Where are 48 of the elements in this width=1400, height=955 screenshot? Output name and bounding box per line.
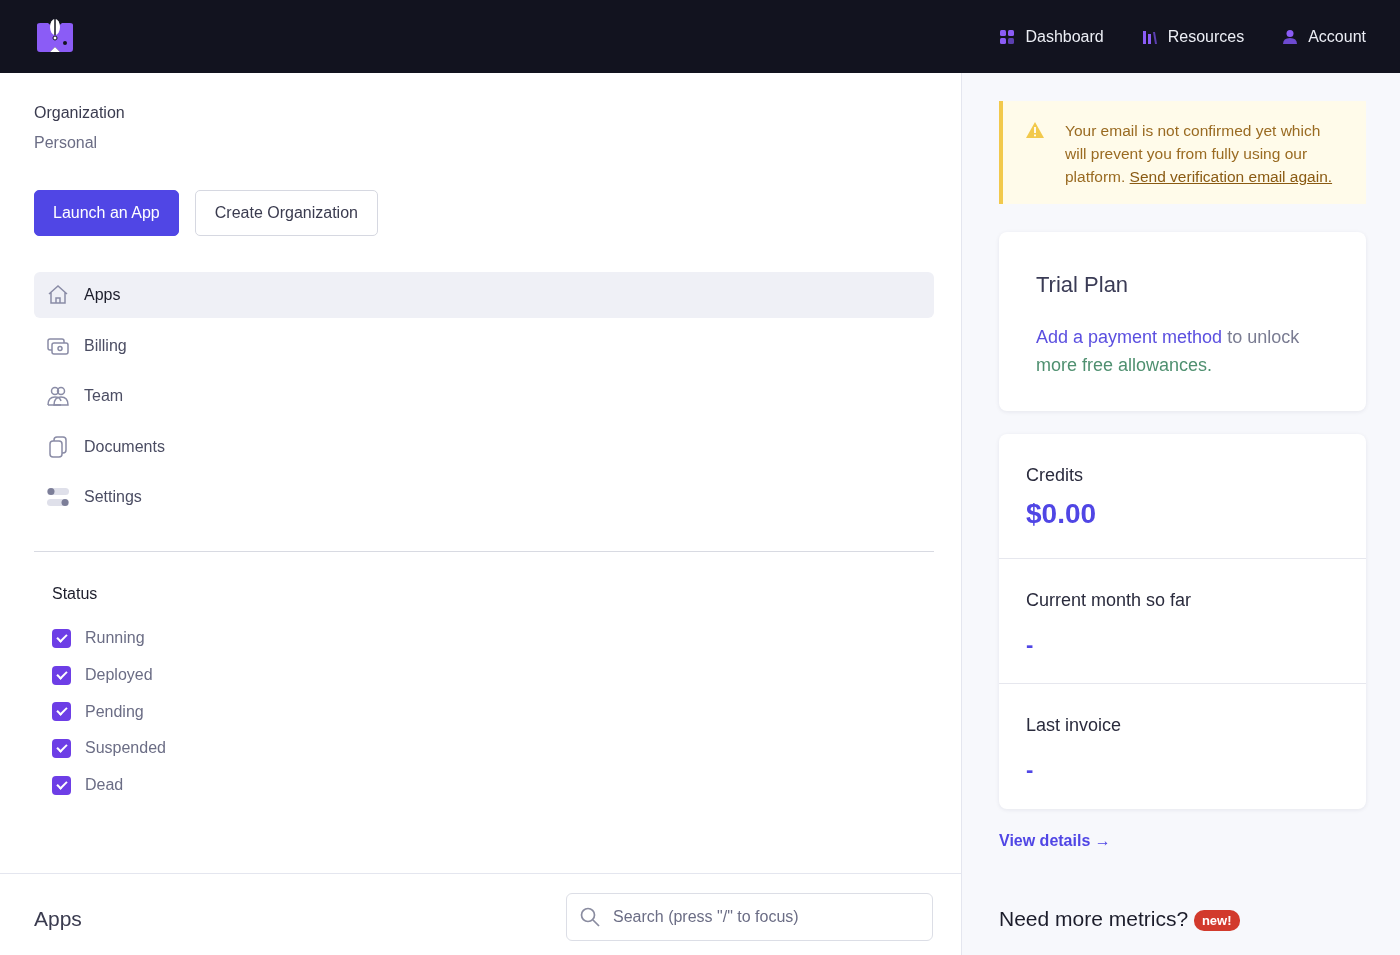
status-filter-option[interactable]: Deployed: [52, 656, 915, 694]
credits-amount: $0.00: [1026, 497, 1098, 531]
create-organization-button[interactable]: Create Organization: [194, 190, 378, 236]
checkbox[interactable]: [52, 628, 71, 648]
home-icon: [46, 283, 70, 307]
nav-link[interactable]: Account: [1282, 24, 1366, 49]
verification-link[interactable]: Send verification email again.: [1129, 168, 1333, 185]
status-filter-option[interactable]: Pending: [52, 693, 915, 731]
checkbox[interactable]: [52, 702, 71, 722]
payment-method-link[interactable]: Add a payment method: [1036, 327, 1223, 347]
warning-icon: [1025, 121, 1045, 139]
organization-name: Personal: [34, 133, 99, 153]
warning-message: Your email is not confirmed yet which will prevent you from fully using our platform. Send verification email again.: [1065, 121, 1334, 187]
search-field[interactable]: Search (press "/" to focus): [566, 893, 933, 941]
status-filter-option[interactable]: Suspended: [52, 730, 915, 767]
sidebar-item[interactable]: Settings: [34, 474, 934, 520]
organization-label: Organization: [34, 103, 126, 123]
plan-message: Add a payment method to unlock more free allowances.: [1036, 326, 1301, 377]
billing-label: Credits: [1026, 464, 1084, 487]
sidebar-item[interactable]: Documents: [34, 423, 934, 470]
status-filter-option[interactable]: Running: [52, 620, 915, 657]
billing-label: Last invoice: [1026, 714, 1123, 737]
view-details-link[interactable]: View details →: [999, 829, 1111, 853]
status-filter-option[interactable]: Dead: [52, 766, 915, 804]
grid-icon: [999, 28, 1016, 45]
billing-label: Current month so far: [1026, 589, 1193, 612]
sidebar-item[interactable]: Team: [34, 373, 934, 419]
books-icon: [1141, 28, 1158, 45]
nav-link[interactable]: Dashboard: [999, 24, 1104, 49]
billing-value: -: [1026, 756, 1035, 784]
sidebar-item[interactable]: Billing: [34, 322, 934, 369]
checkbox[interactable]: [52, 775, 71, 795]
checkbox[interactable]: [52, 738, 71, 758]
status-heading: Status: [52, 584, 99, 604]
launch-app-button[interactable]: Launch an App: [34, 190, 179, 236]
metrics-heading: Need more metrics?: [999, 907, 1189, 930]
billing-value: -: [1026, 631, 1035, 659]
documents-icon: [46, 434, 70, 459]
user-icon: [1282, 28, 1299, 45]
sidebar-item[interactable]: Apps: [34, 272, 934, 318]
people-icon: [46, 384, 70, 408]
apps-heading: Apps: [34, 906, 82, 932]
checkbox[interactable]: [52, 665, 71, 685]
plan-title: Trial Plan: [1036, 271, 1130, 299]
balloon-logo-icon[interactable]: [34, 18, 76, 55]
new-badge: new!: [1193, 909, 1240, 931]
nav-link[interactable]: Resources: [1141, 24, 1245, 49]
toggles-icon: [46, 485, 70, 509]
